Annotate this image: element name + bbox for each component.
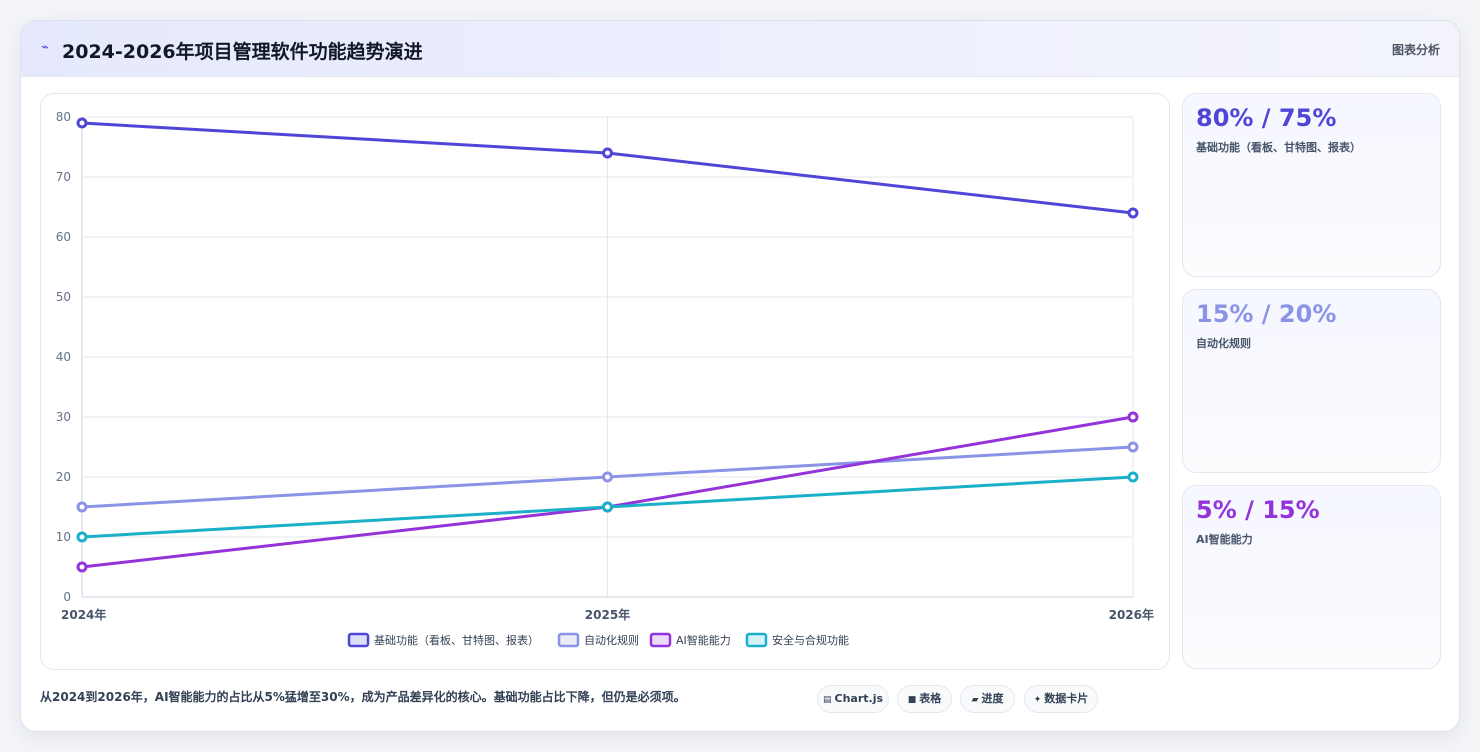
pill-label: Chart.js [834, 692, 884, 705]
y-tick-label: 10 [56, 530, 71, 544]
chart-summary: 从2024到2026年，AI智能能力的占比从5%猛增至30%，成为产品差异化的核… [40, 690, 686, 704]
chart-icon: ▤ [822, 695, 832, 705]
legend-label: 自动化规则 [584, 633, 639, 647]
chart-line-icon: ⌁ [41, 40, 49, 55]
data-point [76, 501, 88, 513]
table-icon: ■ [907, 695, 917, 705]
y-tick-label: 50 [56, 290, 71, 304]
chart-card: ⌁ 2024-2026年项目管理软件功能趋势演进 图表分析 0 10 20 30 40 5… [20, 20, 1460, 732]
x-tick-label: 2026年 [1109, 607, 1154, 622]
y-tick-label: 70 [56, 170, 71, 184]
progress-icon: ▰ [971, 695, 979, 705]
legend-label: 基础功能（看板、甘特图、报表） [374, 633, 539, 647]
data-point [76, 531, 88, 543]
y-tick-label: 40 [56, 350, 71, 364]
stat-value: 5% / 15% [1196, 496, 1320, 524]
stat-card-basic: 80% / 75% 基础功能（看板、甘特图、报表） [1182, 93, 1441, 277]
stat-card-ai: 5% / 15% AI智能能力 [1182, 485, 1441, 669]
header-tag: 图表分析 [1391, 43, 1440, 57]
legend-swatch [557, 632, 580, 648]
stat-value: 80% / 75% [1196, 104, 1337, 132]
legend-label: 安全与合规功能 [772, 633, 849, 647]
y-tick-label: 80 [56, 110, 71, 124]
stat-label: 基础功能（看板、甘特图、报表） [1196, 141, 1361, 154]
legend-swatch [347, 632, 370, 648]
page-title: 2024-2026年项目管理软件功能趋势演进 [62, 41, 423, 63]
stat-label: 自动化规则 [1196, 337, 1251, 350]
y-tick-label: 0 [63, 590, 71, 604]
view-table-button[interactable]: ■ 表格 [897, 685, 952, 713]
x-tick-label: 2025年 [585, 607, 630, 622]
data-point [1127, 471, 1139, 483]
x-tick-label: 2024年 [61, 607, 106, 622]
line-chart-panel: 0 10 20 30 40 50 60 70 80 2024年 2025年 2026年基础功能（看板、… [40, 93, 1170, 670]
legend-label: AI智能能力 [676, 633, 731, 647]
legend-swatch [745, 632, 768, 648]
data-point [1127, 207, 1139, 219]
line-chart: 0 10 20 30 40 50 60 70 80 2024年 2025年 2026年基础功能（看板、… [56, 110, 1154, 648]
data-point [76, 561, 88, 573]
data-point [1127, 411, 1139, 423]
stat-label: AI智能能力 [1196, 533, 1253, 546]
data-point [602, 147, 613, 159]
view-cards-button[interactable]: ✦ 数据卡片 [1024, 685, 1098, 713]
stat-value: 15% / 20% [1196, 300, 1337, 328]
pill-label: 数据卡片 [1044, 692, 1089, 705]
data-point [76, 117, 88, 129]
stat-card-automation: 15% / 20% 自动化规则 [1182, 289, 1441, 473]
data-point [602, 501, 613, 513]
pill-label: 进度 [981, 692, 1004, 705]
card-header: ⌁ 2024-2026年项目管理软件功能趋势演进 图表分析 [21, 21, 1459, 77]
sparkle-icon: ✦ [1033, 695, 1042, 705]
data-point [1127, 441, 1139, 453]
view-progress-button[interactable]: ▰ 进度 [960, 685, 1015, 713]
y-tick-label: 20 [56, 470, 71, 484]
legend-swatch [649, 632, 672, 648]
view-chartjs-button[interactable]: ▤ Chart.js [817, 685, 889, 713]
data-point [602, 471, 613, 483]
pill-label: 表格 [919, 692, 942, 705]
y-tick-label: 60 [56, 230, 71, 244]
y-tick-label: 30 [56, 410, 71, 424]
